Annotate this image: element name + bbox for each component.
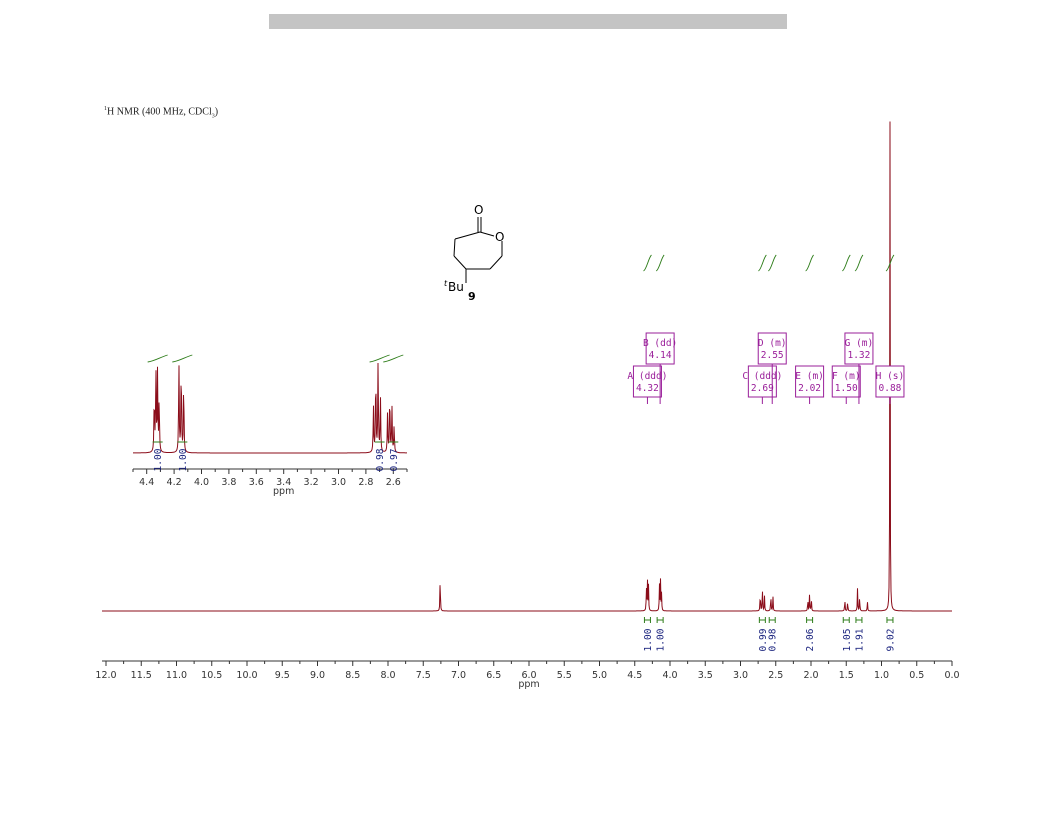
- integral-curve: [854, 254, 864, 272]
- x-tick-label: 1.0: [874, 670, 889, 681]
- integral-value: 1.00: [656, 628, 667, 651]
- integral-curve: [841, 254, 851, 272]
- x-tick-label: 12.0: [95, 670, 116, 681]
- integral-curve: [767, 254, 777, 272]
- inset-spectrum-line: [133, 362, 407, 454]
- multiplet-shift: 4.14: [649, 350, 672, 361]
- multiplet-label: C (ddd): [742, 371, 782, 382]
- inset-x-axis-label: ppm: [273, 486, 294, 497]
- x-tick-label: 0.0: [944, 670, 959, 681]
- integral-value: 1.00: [643, 628, 654, 651]
- x-tick-label: 0.5: [909, 670, 924, 681]
- x-tick-label: 4.5: [627, 670, 642, 681]
- multiplet-shift: 1.32: [847, 350, 870, 361]
- inset-spectrum-plot: 4.4 4.2 4.0 3.8 3.6 3.4 3.2 3.0 2.8 2.6ppm1.00 1.0…: [132, 354, 408, 497]
- x-tick-label: 7.5: [416, 670, 431, 681]
- multiplet-shift: 2.55: [761, 350, 784, 361]
- multiplet-label: F (m): [832, 371, 861, 382]
- main-spectrum-plot: 12.0 11.5 11.0 10.5 10.0 9.5 9.0 8.5 8.0 7.5 7.0 6.…: [95, 121, 960, 690]
- x-tick-label: 5.0: [592, 670, 607, 681]
- x-tick-label: 9.0: [310, 670, 325, 681]
- inset-integral-value: 0.98: [375, 448, 386, 471]
- x-tick-label: 11.5: [131, 670, 152, 681]
- integral-value: 2.06: [805, 628, 816, 651]
- x-tick-label: 9.5: [275, 670, 290, 681]
- inset-x-tick-label: 3.2: [304, 477, 319, 488]
- integral-value: 1.05: [842, 629, 853, 652]
- x-tick-label: 8.5: [345, 670, 360, 681]
- x-tick-label: 2.5: [768, 670, 783, 681]
- x-tick-label: 10.0: [236, 670, 257, 681]
- x-tick-label: 3.5: [698, 670, 713, 681]
- inset-integral-value: 1.00: [178, 448, 189, 471]
- multiplet-shift: 2.69: [751, 383, 774, 394]
- multiplet-shift: 0.88: [879, 383, 902, 394]
- x-tick-label: 11.0: [166, 670, 187, 681]
- inset-x-tick-label: 2.6: [386, 477, 401, 488]
- integral-value: 0.98: [768, 628, 779, 651]
- inset-integral-curve: [172, 354, 193, 363]
- multiplet-label: G (m): [845, 338, 874, 349]
- x-tick-label: 2.0: [803, 670, 818, 681]
- x-tick-label: 7.0: [451, 670, 466, 681]
- multiplet-label: E (m): [795, 371, 824, 382]
- integral-curve: [655, 254, 665, 272]
- inset-x-tick-label: 4.2: [167, 477, 182, 488]
- inset-x-tick-label: 4.0: [194, 477, 209, 488]
- inset-x-tick-label: 3.6: [249, 477, 264, 488]
- inset-x-tick-label: 2.8: [358, 477, 373, 488]
- integral-curve: [758, 254, 767, 272]
- integral-value: 9.02: [885, 629, 896, 652]
- multiplet-shift: 2.02: [798, 383, 821, 394]
- multiplet-shift: 4.32: [636, 383, 659, 394]
- multiplet-shift: 1.50: [835, 383, 858, 394]
- multiplet-label: D (m): [758, 338, 787, 349]
- x-tick-label: 5.5: [557, 670, 572, 681]
- x-tick-label: 4.0: [662, 670, 677, 681]
- nmr-spectrum: 12.0 11.5 11.0 10.5 10.0 9.5 9.0 8.5 8.0 7.5 7.0 6.…: [95, 121, 960, 690]
- multiplet-label: H (s): [876, 371, 905, 382]
- multiplet-label: A (ddd): [627, 371, 667, 382]
- x-tick-label: 10.5: [201, 670, 222, 681]
- x-axis-label: ppm: [518, 679, 539, 690]
- multiplet-label: B (dd): [643, 338, 677, 349]
- main-spectrum-line: [102, 121, 952, 612]
- inset-x-tick-label: 3.0: [331, 477, 346, 488]
- integral-curve: [643, 254, 652, 272]
- inset-integral-value: 0.97: [389, 449, 400, 472]
- inset-x-tick-label: 4.4: [139, 477, 154, 488]
- inset-x-tick-label: 3.8: [221, 477, 236, 488]
- inset-integral-value: 1.00: [153, 448, 164, 471]
- x-tick-label: 3.0: [733, 670, 748, 681]
- x-tick-label: 1.5: [839, 670, 854, 681]
- integral-value: 1.91: [854, 628, 865, 651]
- integral-curve: [805, 254, 814, 272]
- x-tick-label: 6.5: [486, 670, 501, 681]
- x-tick-label: 8.0: [380, 670, 395, 681]
- inset-integral-curve: [147, 354, 168, 363]
